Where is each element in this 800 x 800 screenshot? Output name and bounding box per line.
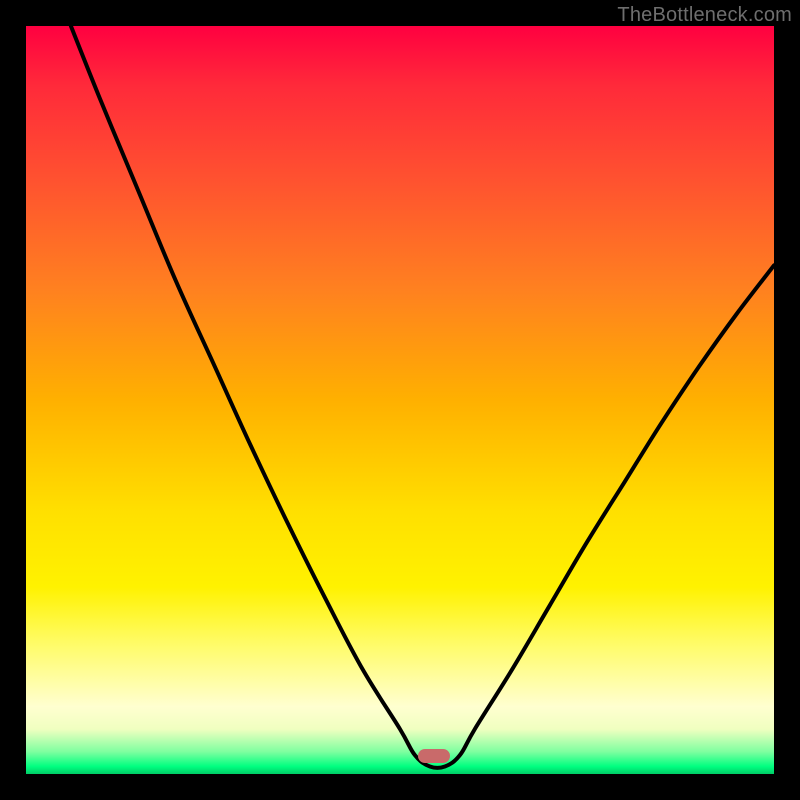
- plot-area: [26, 26, 774, 774]
- minimum-marker: [418, 749, 450, 763]
- bottleneck-curve-path: [71, 26, 774, 768]
- chart-frame: TheBottleneck.com: [0, 0, 800, 800]
- watermark-text: TheBottleneck.com: [617, 4, 792, 27]
- curve-svg: [26, 26, 774, 774]
